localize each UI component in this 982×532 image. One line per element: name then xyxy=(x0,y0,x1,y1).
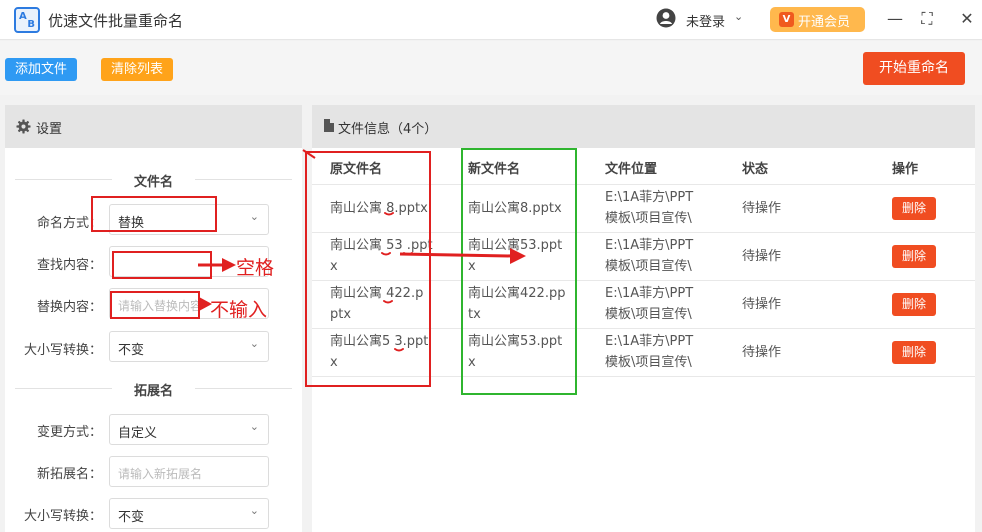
new-ext-label: 新拓展名： xyxy=(36,467,102,482)
status-cell: 待操作 xyxy=(742,297,782,312)
start-rename-button[interactable]: 开始重命名 xyxy=(863,52,965,85)
case-convert-value: 不变 xyxy=(118,343,145,358)
maximize-icon[interactable]: ⛶ xyxy=(916,8,938,30)
open-vip-button[interactable]: V 开通会员 xyxy=(770,7,865,32)
document-icon xyxy=(324,119,334,132)
status-cell: 待操作 xyxy=(742,201,782,216)
gear-icon xyxy=(16,119,31,134)
divider xyxy=(195,388,292,389)
app-logo-icon: A B xyxy=(14,7,40,33)
settings-title: 设置 xyxy=(36,122,63,137)
find-content-label: 查找内容： xyxy=(36,258,102,273)
delete-button[interactable]: 删除 xyxy=(892,197,936,220)
column-header-status: 状态 xyxy=(742,162,769,177)
replace-content-label: 替换内容： xyxy=(36,300,102,315)
minimize-icon[interactable]: — xyxy=(884,8,906,30)
location-cell: E:\1A菲方\PPT 模板\项目宣传\ xyxy=(605,238,694,274)
chevron-down-icon: ⌄ xyxy=(249,337,259,350)
chevron-down-icon: ⌄ xyxy=(249,504,259,517)
annotation-space-note: 空格 xyxy=(236,257,275,279)
ext-case-label: 大小写转换： xyxy=(23,509,102,524)
delete-button[interactable]: 删除 xyxy=(892,245,936,268)
status-cell: 待操作 xyxy=(742,345,782,360)
file-info-header: 文件信息（4个） xyxy=(312,105,975,148)
case-convert-select[interactable]: 不变 ⌄ xyxy=(109,331,269,362)
app-logo-letter-b: B xyxy=(27,19,35,30)
annotation-box-original-names xyxy=(305,151,431,387)
delete-button[interactable]: 删除 xyxy=(892,293,936,316)
divider xyxy=(195,179,292,180)
location-cell: E:\1A菲方\PPT 模板\项目宣传\ xyxy=(605,286,694,322)
chevron-down-icon: ⌄ xyxy=(249,420,259,433)
filename-section-title: 文件名 xyxy=(133,175,173,190)
new-ext-input[interactable]: 请输入新拓展名 xyxy=(109,456,269,487)
annotation-box-new-names xyxy=(461,148,577,395)
user-avatar-icon[interactable] xyxy=(656,8,676,28)
login-status-label[interactable]: 未登录 xyxy=(686,11,725,30)
toolbar: 添加文件 清除列表 开始重命名 xyxy=(0,41,982,95)
naming-mode-label: 命名方式： xyxy=(36,216,102,231)
status-cell: 待操作 xyxy=(742,249,782,264)
ext-mode-label: 变更方式： xyxy=(36,425,102,440)
app-title: 优速文件批量重命名 xyxy=(48,12,184,30)
divider xyxy=(15,179,112,180)
clear-list-button[interactable]: 清除列表 xyxy=(101,58,173,81)
annotation-box-find-content xyxy=(112,251,212,279)
annotation-no-input-note: 不输入 xyxy=(210,299,268,321)
new-ext-placeholder: 请输入新拓展名 xyxy=(118,467,203,481)
extension-section-title: 拓展名 xyxy=(133,384,173,399)
annotation-box-replace-content xyxy=(110,291,200,319)
vip-icon: V xyxy=(779,12,794,27)
ext-case-select[interactable]: 不变 ⌄ xyxy=(109,498,269,529)
close-icon[interactable]: ✕ xyxy=(956,8,978,30)
ext-mode-value: 自定义 xyxy=(118,426,158,441)
annotation-box-naming-mode xyxy=(91,196,217,232)
settings-header: 设置 xyxy=(5,105,302,148)
location-cell: E:\1A菲方\PPT 模板\项目宣传\ xyxy=(605,334,694,370)
delete-button[interactable]: 删除 xyxy=(892,341,936,364)
case-convert-label: 大小写转换： xyxy=(23,343,102,358)
chevron-down-icon: ⌄ xyxy=(249,210,259,223)
chevron-down-icon[interactable]: ⌄ xyxy=(734,10,743,23)
vip-label: 开通会员 xyxy=(798,15,851,30)
title-bar: A B 优速文件批量重命名 未登录 ⌄ V 开通会员 — ⛶ ✕ xyxy=(0,0,982,40)
column-header-location: 文件位置 xyxy=(605,162,658,177)
divider xyxy=(15,388,112,389)
column-header-action: 操作 xyxy=(892,162,919,177)
ext-case-value: 不变 xyxy=(118,510,145,525)
location-cell: E:\1A菲方\PPT 模板\项目宣传\ xyxy=(605,190,694,226)
file-info-title: 文件信息（4个） xyxy=(338,122,438,137)
add-file-button[interactable]: 添加文件 xyxy=(5,58,77,81)
app-logo-letter-a: A xyxy=(19,11,27,22)
ext-mode-select[interactable]: 自定义 ⌄ xyxy=(109,414,269,445)
